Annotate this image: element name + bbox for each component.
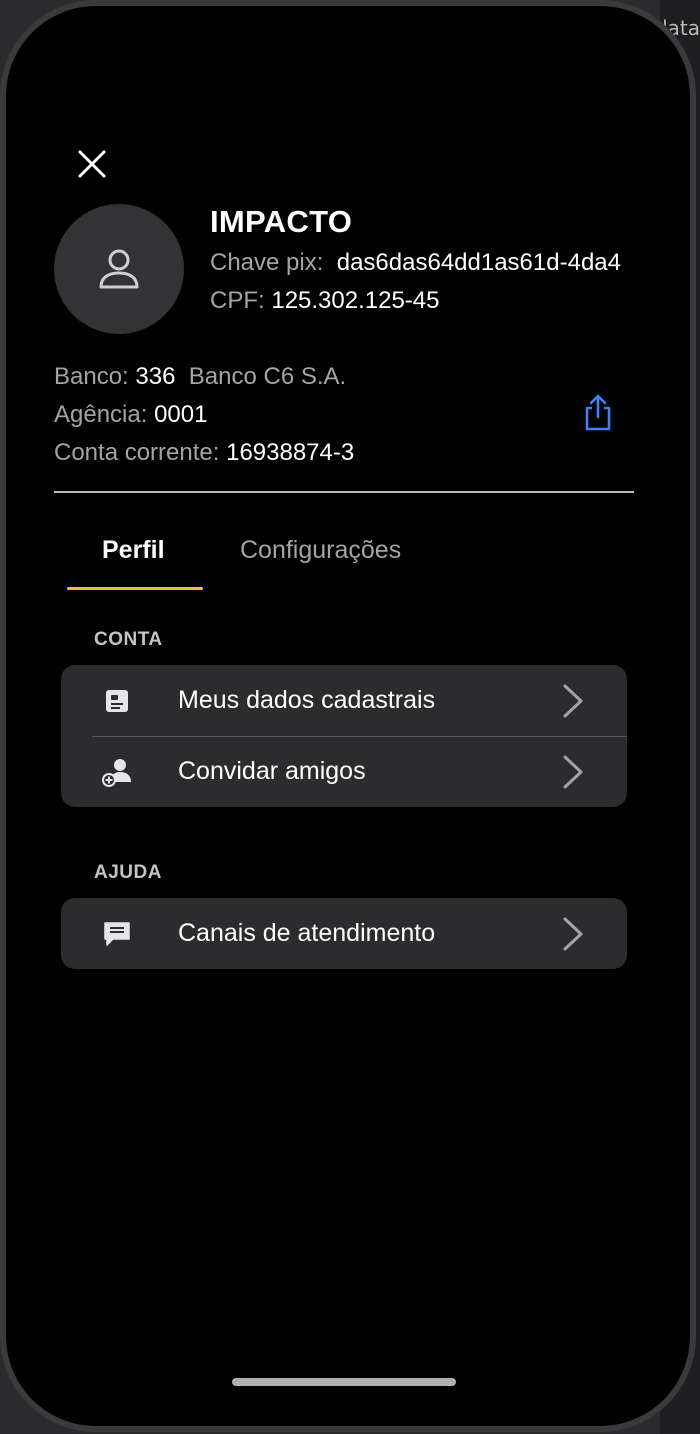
agency-value: 0001 [154,401,208,428]
pix-key-line: Chave pix: das6das64dd1as61d-4da4 [210,249,621,277]
bank-code: 336 [135,363,176,390]
pix-key-label: Chave pix: [210,249,324,276]
bank-line: Banco: 336 Banco C6 S.A. [54,363,346,391]
cpf-value: 125.302.125-45 [271,287,440,314]
add-person-icon [101,756,133,788]
close-icon [78,150,106,178]
bank-name: Banco C6 S.A. [188,363,347,390]
tab-perfil[interactable]: Perfil [102,536,165,565]
account-name: IMPACTO [210,204,353,239]
bank-label: Banco: [54,363,129,390]
chat-bubble-icon [101,918,133,950]
list-item-canais[interactable]: Canais de atendimento [61,898,627,969]
chevron-right-icon [563,684,583,717]
tab-configuracoes[interactable]: Configurações [240,536,401,565]
id-card-icon [101,685,133,717]
cpf-label: CPF: [210,287,265,314]
agency-line: Agência: 0001 [54,401,207,429]
conta-card: Meus dados cadastrais Convidar amigos [61,665,627,807]
account-value: 16938874-3 [226,439,355,466]
list-item-label: Canais de atendimento [178,919,436,947]
active-tab-indicator [67,587,203,590]
ajuda-card: Canais de atendimento [61,898,627,969]
home-indicator[interactable] [232,1378,456,1386]
avatar [54,204,184,334]
section-title-conta: CONTA [94,629,163,650]
share-button[interactable] [582,394,614,432]
list-item-convidar[interactable]: Convidar amigos [61,736,627,807]
phone-frame: IMPACTO Chave pix: das6das64dd1as61d-4da… [0,0,696,1432]
chevron-right-icon [563,755,583,788]
person-icon [99,249,139,289]
account-label: Conta corrente: [54,439,220,466]
list-item-label: Meus dados cadastrais [178,686,436,714]
share-icon [585,394,611,431]
list-item-label: Convidar amigos [178,757,366,785]
cpf-line: CPF: 125.302.125-45 [210,287,440,315]
close-button[interactable] [70,142,114,186]
list-item-meus-dados[interactable]: Meus dados cadastrais [61,665,627,736]
chevron-right-icon [563,917,583,950]
account-line: Conta corrente: 16938874-3 [54,439,354,467]
agency-label: Agência: [54,401,148,428]
profile-screen: IMPACTO Chave pix: das6das64dd1as61d-4da… [6,6,690,1426]
section-title-ajuda: AJUDA [94,862,162,883]
pix-key-value: das6das64dd1as61d-4da4 [336,249,621,276]
header-divider [54,491,634,493]
